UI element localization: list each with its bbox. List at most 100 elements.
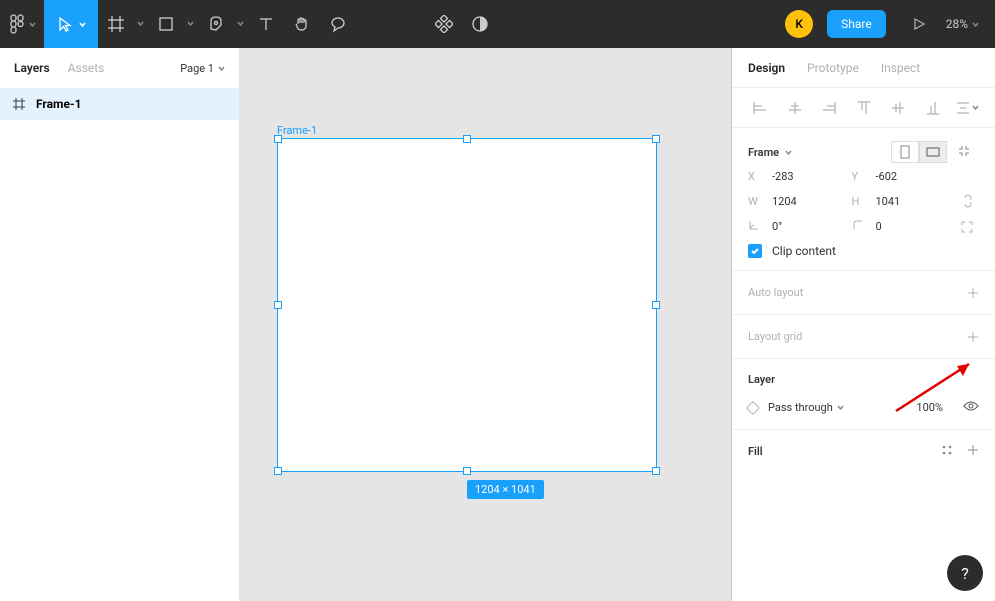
selected-frame[interactable]	[277, 138, 657, 472]
resize-handle-tm[interactable]	[463, 135, 471, 143]
zoom-value: 28%	[946, 17, 968, 31]
text-tool[interactable]	[248, 0, 284, 48]
align-vcenter-button[interactable]	[886, 96, 910, 120]
resize-handle-tr[interactable]	[652, 135, 660, 143]
auto-layout-label: Auto layout	[748, 286, 803, 299]
align-bottom-button[interactable]	[921, 96, 945, 120]
radius-icon	[852, 219, 864, 231]
layer-row-frame-1[interactable]: Frame-1	[0, 88, 239, 120]
frame-section: Frame X-283 Y-602 W1204 H1041 0° 0	[732, 128, 995, 271]
clip-content-row[interactable]: Clip content	[748, 244, 979, 258]
hand-icon	[293, 15, 311, 33]
align-left-button[interactable]	[748, 96, 772, 120]
shape-tool[interactable]	[148, 0, 184, 48]
width-field[interactable]: W1204	[748, 195, 852, 208]
pen-tool-chevron[interactable]	[234, 20, 248, 28]
chevron-down-icon	[218, 65, 225, 72]
fill-add-button[interactable]	[967, 444, 979, 459]
chevron-down-icon	[972, 104, 979, 111]
zoom-dropdown[interactable]: 28%	[934, 17, 995, 31]
chevron-down-icon	[837, 404, 844, 411]
chevron-down-icon[interactable]	[785, 149, 792, 156]
layout-grid-add-button[interactable]	[967, 331, 979, 343]
frame-section-title[interactable]: Frame	[748, 146, 779, 159]
fill-styles-button[interactable]	[941, 444, 953, 459]
text-icon	[258, 16, 274, 32]
layer-section-title: Layer	[748, 373, 979, 386]
constrain-proportions[interactable]	[955, 193, 979, 209]
resize-handle-ml[interactable]	[274, 301, 282, 309]
page-selector[interactable]: Page 1	[180, 62, 225, 75]
height-field[interactable]: H1041	[852, 195, 956, 208]
pen-tool[interactable]	[198, 0, 234, 48]
mask-tool[interactable]	[462, 0, 498, 48]
resize-handle-mr[interactable]	[652, 301, 660, 309]
chevron-down-icon	[972, 21, 979, 28]
pen-icon	[207, 15, 225, 33]
right-panel-tabs: Design Prototype Inspect	[732, 48, 995, 88]
comment-icon	[329, 15, 347, 33]
auto-layout-add-button[interactable]	[967, 287, 979, 299]
tab-design[interactable]: Design	[748, 61, 785, 75]
figma-menu[interactable]	[0, 0, 44, 48]
frame-tool[interactable]	[98, 0, 134, 48]
frame-tool-chevron[interactable]	[134, 20, 148, 28]
alignment-row	[732, 88, 995, 128]
tab-inspect[interactable]: Inspect	[881, 61, 920, 75]
layer-section: Layer Pass through 100%	[732, 359, 995, 430]
left-panel-tabs: Layers Assets Page 1	[0, 48, 239, 88]
orientation-portrait[interactable]	[891, 141, 919, 163]
help-button[interactable]: ?	[947, 555, 983, 591]
blend-mode-icon[interactable]	[746, 400, 760, 414]
resize-handle-bm[interactable]	[463, 467, 471, 475]
comment-tool[interactable]	[320, 0, 356, 48]
resize-handle-bl[interactable]	[274, 467, 282, 475]
corner-radius-field[interactable]: 0	[852, 219, 956, 234]
chevron-down-icon	[29, 21, 36, 28]
clip-content-label: Clip content	[772, 244, 836, 258]
canvas[interactable]: Frame-1 1204 × 1041	[240, 48, 732, 601]
right-panel: Design Prototype Inspect Frame	[732, 48, 995, 601]
tab-layers[interactable]: Layers	[14, 61, 50, 75]
user-avatar[interactable]: K	[785, 10, 813, 38]
tab-prototype[interactable]: Prototype	[807, 61, 859, 75]
rectangle-icon	[158, 16, 174, 32]
resize-handle-tl[interactable]	[274, 135, 282, 143]
component-tool[interactable]	[426, 0, 462, 48]
hand-tool[interactable]	[284, 0, 320, 48]
frame-title-label[interactable]: Frame-1	[277, 124, 317, 137]
align-top-button[interactable]	[852, 96, 876, 120]
dimensions-badge: 1204 × 1041	[467, 480, 544, 499]
share-button[interactable]: Share	[827, 10, 886, 38]
visibility-toggle[interactable]	[963, 400, 979, 415]
layout-grid-label: Layout grid	[748, 330, 802, 343]
main-row: Layers Assets Page 1 Frame-1 Frame-1 120…	[0, 48, 995, 601]
components-icon	[435, 15, 453, 33]
align-right-button[interactable]	[817, 96, 841, 120]
clip-content-checkbox[interactable]	[748, 244, 762, 258]
page-selector-label: Page 1	[180, 62, 214, 75]
left-panel: Layers Assets Page 1 Frame-1	[0, 48, 240, 601]
opacity-field[interactable]: 100%	[916, 401, 943, 414]
layout-grid-section: Layout grid	[732, 315, 995, 359]
chevron-down-icon	[79, 21, 86, 28]
shape-tool-chevron[interactable]	[184, 20, 198, 28]
fill-section: Fill	[732, 430, 995, 473]
y-field[interactable]: Y-602	[852, 170, 956, 183]
fill-section-title: Fill	[748, 445, 763, 458]
distribute-button[interactable]	[955, 96, 979, 120]
independent-corners[interactable]	[955, 220, 979, 234]
angle-icon	[748, 219, 760, 231]
blend-mode-dropdown[interactable]: Pass through	[768, 401, 844, 414]
top-toolbar: K Share 28%	[0, 0, 995, 48]
move-tool[interactable]	[44, 0, 98, 48]
x-field[interactable]: X-283	[748, 170, 852, 183]
rotation-field[interactable]: 0°	[748, 219, 852, 234]
cursor-icon	[57, 16, 73, 32]
align-hcenter-button[interactable]	[783, 96, 807, 120]
orientation-landscape[interactable]	[919, 141, 947, 163]
tab-assets[interactable]: Assets	[68, 61, 105, 75]
resize-to-fit[interactable]	[957, 144, 979, 161]
resize-handle-br[interactable]	[652, 467, 660, 475]
present-button[interactable]	[904, 17, 934, 31]
